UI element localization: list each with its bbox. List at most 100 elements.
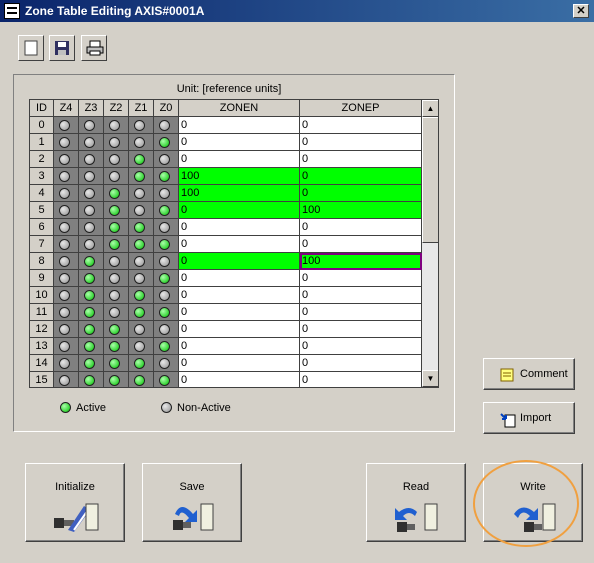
read-button[interactable]: Read <box>366 463 466 542</box>
zonen-cell[interactable]: 0 <box>179 287 300 304</box>
zone-bit-cell <box>54 287 79 304</box>
inactive-led-icon <box>59 358 70 369</box>
zonep-cell[interactable]: 0 <box>300 321 422 338</box>
print-button[interactable] <box>81 35 107 61</box>
table-row[interactable]: 000 <box>30 117 422 134</box>
active-led-icon <box>134 154 145 165</box>
scroll-down-icon[interactable]: ▼ <box>422 370 438 387</box>
zonen-cell[interactable]: 0 <box>179 134 300 151</box>
table-row[interactable]: 6 00 <box>30 219 422 236</box>
inactive-led-icon <box>159 222 170 233</box>
zonen-cell[interactable]: 0 <box>179 372 300 387</box>
header-id: ID <box>30 100 54 117</box>
row-id[interactable]: 8 <box>30 253 54 270</box>
zonen-cell[interactable]: 0 <box>179 270 300 287</box>
row-id[interactable]: 14 <box>30 355 54 372</box>
import-button[interactable]: Import <box>483 402 575 434</box>
zone-bit-cell <box>129 168 154 185</box>
save-button[interactable]: Save <box>142 463 242 542</box>
table-row[interactable]: 2 00 <box>30 151 422 168</box>
zonen-cell[interactable]: 0 <box>179 304 300 321</box>
comment-button[interactable]: Comment <box>483 358 575 390</box>
table-row[interactable]: 4 100 0 <box>30 185 422 202</box>
write-button[interactable]: Write <box>483 463 583 542</box>
table-row[interactable]: 5 0 100 <box>30 202 422 219</box>
zonep-cell[interactable]: 0 <box>300 372 422 387</box>
row-id[interactable]: 5 <box>30 202 54 219</box>
table-row[interactable]: 11 0 0 <box>30 304 422 321</box>
zone-bit-cell <box>54 134 79 151</box>
active-led-icon <box>134 307 145 318</box>
row-id[interactable]: 3 <box>30 168 54 185</box>
zonep-cell[interactable]: 0 <box>300 168 422 185</box>
zonep-cell[interactable]: 0 <box>300 270 422 287</box>
table-row[interactable]: 7 00 <box>30 236 422 253</box>
zone-table[interactable]: ID Z4 Z3 Z2 Z1 Z0 ZONEN ZONEP 0001002003… <box>29 99 439 388</box>
zonep-cell[interactable]: 0 <box>300 134 422 151</box>
row-id[interactable]: 13 <box>30 338 54 355</box>
zone-bit-cell <box>129 338 154 355</box>
zonep-cell[interactable]: 0 <box>300 236 422 253</box>
zonep-cell[interactable]: 0 <box>300 117 422 134</box>
zonen-cell[interactable]: 0 <box>179 355 300 372</box>
active-led-icon <box>109 188 120 199</box>
floppy-disk-icon <box>55 41 69 55</box>
row-id[interactable]: 12 <box>30 321 54 338</box>
row-id[interactable]: 9 <box>30 270 54 287</box>
scroll-up-icon[interactable]: ▲ <box>422 100 438 117</box>
zonen-cell[interactable]: 0 <box>179 219 300 236</box>
table-row[interactable]: 14 0 0 <box>30 355 422 372</box>
inactive-led-icon <box>59 120 70 131</box>
save-file-button[interactable] <box>49 35 75 61</box>
table-row[interactable]: 9 00 <box>30 270 422 287</box>
initialize-button[interactable]: Initialize <box>25 463 125 542</box>
zonen-cell[interactable]: 0 <box>179 321 300 338</box>
initialize-label: Initialize <box>55 481 95 493</box>
zonen-cell[interactable]: 0 <box>179 253 300 270</box>
zone-bit-cell <box>104 236 129 253</box>
zonep-cell[interactable]: 0 <box>300 185 422 202</box>
new-button[interactable] <box>18 35 44 61</box>
row-id[interactable]: 11 <box>30 304 54 321</box>
legend-inactive-label: Non-Active <box>177 402 231 414</box>
vertical-scrollbar[interactable]: ▲ ▼ <box>422 100 438 387</box>
table-row[interactable]: 10 0 0 <box>30 287 422 304</box>
table-row[interactable]: 1 00 <box>30 134 422 151</box>
table-row[interactable]: 15 0 0 <box>30 372 422 387</box>
zonep-cell[interactable]: 0 <box>300 355 422 372</box>
zonen-cell[interactable]: 0 <box>179 338 300 355</box>
zonep-cell[interactable]: 0 <box>300 219 422 236</box>
row-id[interactable]: 1 <box>30 134 54 151</box>
zonep-cell[interactable]: 100 <box>300 253 422 270</box>
row-id[interactable]: 15 <box>30 372 54 387</box>
inactive-led-icon <box>134 341 145 352</box>
row-id[interactable]: 7 <box>30 236 54 253</box>
table-row[interactable]: 8 0 100 <box>30 253 422 270</box>
zonep-cell[interactable]: 100 <box>300 202 422 219</box>
zonen-cell[interactable]: 0 <box>179 117 300 134</box>
zone-bit-cell <box>54 304 79 321</box>
write-label: Write <box>520 481 546 493</box>
row-id[interactable]: 4 <box>30 185 54 202</box>
zonen-cell[interactable]: 0 <box>179 151 300 168</box>
zonen-cell[interactable]: 0 <box>179 202 300 219</box>
zonep-cell[interactable]: 0 <box>300 338 422 355</box>
row-id[interactable]: 6 <box>30 219 54 236</box>
zone-bit-cell <box>129 372 154 387</box>
row-id[interactable]: 10 <box>30 287 54 304</box>
zone-bit-cell <box>79 338 104 355</box>
table-row[interactable]: 3 100 0 <box>30 168 422 185</box>
zonep-cell[interactable]: 0 <box>300 151 422 168</box>
close-button[interactable]: ✕ <box>573 4 589 18</box>
row-id[interactable]: 2 <box>30 151 54 168</box>
table-row[interactable]: 13 0 0 <box>30 338 422 355</box>
zonen-cell[interactable]: 100 <box>179 168 300 185</box>
table-row[interactable]: 12 0 0 <box>30 321 422 338</box>
zonen-cell[interactable]: 100 <box>179 185 300 202</box>
active-led-icon <box>159 375 170 386</box>
row-id[interactable]: 0 <box>30 117 54 134</box>
zonep-cell[interactable]: 0 <box>300 287 422 304</box>
scroll-thumb[interactable] <box>422 117 438 243</box>
zonep-cell[interactable]: 0 <box>300 304 422 321</box>
zonen-cell[interactable]: 0 <box>179 236 300 253</box>
